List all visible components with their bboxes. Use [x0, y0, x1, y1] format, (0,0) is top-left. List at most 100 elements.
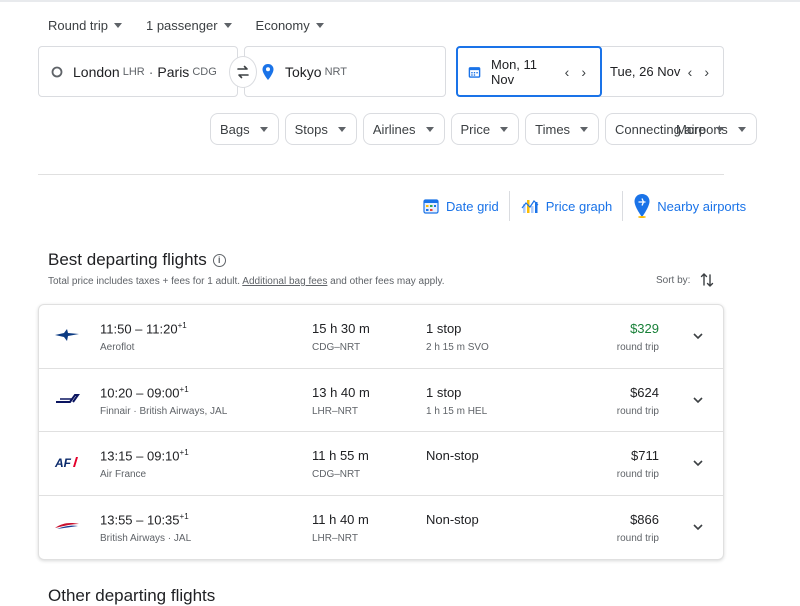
trip-type-select[interactable]: Round trip: [48, 18, 122, 33]
date-grid-label: Date grid: [446, 198, 499, 214]
info-icon[interactable]: i: [212, 253, 226, 267]
sort-control[interactable]: Sort by:: [656, 272, 714, 288]
sort-label: Sort by:: [656, 274, 691, 286]
date-grid-icon: [423, 199, 439, 214]
destination-input[interactable]: Tokyo NRT: [244, 46, 446, 97]
sort-icon: [701, 273, 714, 287]
chevron-down-icon[interactable]: [691, 329, 705, 343]
caret-down-icon: [500, 126, 509, 132]
flight-duration: 13 h 40 m: [312, 384, 370, 400]
next-day-icon[interactable]: ›: [575, 64, 592, 80]
calendar-icon: [468, 66, 481, 78]
flight-stops: 1 stop: [426, 321, 462, 336]
flight-duration: 15 h 30 m: [312, 321, 370, 336]
location-pin-icon: [262, 63, 274, 80]
departure-date-field[interactable]: Mon, 11 Nov ‹ ›: [456, 46, 602, 97]
prev-day-icon[interactable]: ‹: [682, 64, 699, 80]
price-type: round trip: [616, 532, 659, 544]
trip-options: Round trip 1 passenger Economy: [48, 18, 324, 33]
more-filters-button[interactable]: More: [668, 113, 732, 145]
flight-duration: 11 h 40 m: [312, 511, 369, 527]
layover-info: 1 h 15 m HEL: [426, 405, 488, 417]
swap-button[interactable]: [229, 56, 257, 88]
nearby-airports-button[interactable]: Nearby airports: [623, 190, 756, 222]
airline-name: British Airways · JAL: [100, 532, 192, 544]
flight-row[interactable]: AF 13:15 – 09:10+1 Air France 11 h 55 m …: [39, 432, 723, 496]
best-flights-heading: Best departing flights i: [48, 250, 226, 270]
chevron-down-icon[interactable]: [691, 456, 705, 470]
other-flights-heading: Other departing flights: [48, 586, 216, 605]
caret-down-icon: [315, 23, 324, 28]
filter-bags[interactable]: Bags: [210, 113, 279, 145]
layover-info: 2 h 15 m SVO: [426, 342, 489, 353]
flight-row[interactable]: 13:55 – 10:35+1 British Airways · JAL 11…: [39, 496, 723, 560]
price-graph-button[interactable]: Price graph: [510, 190, 622, 222]
return-date-field[interactable]: Tue, 26 Nov ‹ ›: [596, 46, 724, 97]
flight-results-list: 11:50 – 11:20+1 Aeroflot 15 h 30 m CDG–N…: [38, 304, 724, 560]
price-graph-icon: [521, 200, 539, 213]
caret-down-icon: [715, 126, 724, 132]
origin-circle-icon: [51, 66, 63, 77]
flight-route: CDG–NRT: [312, 469, 361, 480]
prev-day-icon[interactable]: ‹: [559, 64, 576, 80]
caret-down-icon: [223, 23, 232, 28]
flight-price: $711: [631, 448, 659, 463]
filter-label: Times: [535, 121, 571, 137]
flight-duration: 11 h 55 m: [312, 448, 369, 463]
destination-city: Tokyo: [285, 63, 322, 80]
flight-stops: Non-stop: [426, 448, 479, 463]
caret-down-icon: [259, 126, 268, 132]
nearby-airports-icon: [634, 194, 650, 218]
chevron-down-icon[interactable]: [691, 520, 705, 534]
flight-times: 13:15 – 09:10+1: [100, 448, 189, 464]
price-graph-label: Price graph: [545, 198, 613, 214]
flight-times: 11:50 – 11:20+1: [100, 321, 187, 337]
cabin-label: Economy: [255, 18, 310, 33]
flight-route: LHR–NRT: [312, 405, 358, 417]
price-type: round trip: [616, 469, 659, 480]
trip-type-label: Round trip: [48, 18, 108, 33]
filter-stops[interactable]: Stops: [284, 113, 357, 145]
best-flights-title: Best departing flights: [48, 250, 207, 269]
swap-icon: [237, 65, 249, 79]
flight-times: 10:20 – 09:00+1: [100, 384, 189, 400]
filter-label: Bags: [220, 121, 250, 137]
filter-price[interactable]: Price: [450, 113, 520, 145]
chevron-down-icon[interactable]: [691, 393, 705, 407]
passengers-select[interactable]: 1 passenger: [146, 18, 232, 33]
origin-code-2: CDG: [192, 65, 217, 78]
flight-price: $866: [630, 511, 659, 527]
aeroflot-logo: [53, 325, 81, 345]
airline-name: Air France: [100, 469, 147, 480]
date-picker: Mon, 11 Nov ‹ › Tue, 26 Nov ‹ ›: [456, 46, 724, 97]
flight-row[interactable]: 10:20 – 09:00+1 Finnair · British Airway…: [39, 369, 723, 432]
origin-code-1: LHR: [122, 65, 145, 78]
flight-row[interactable]: 11:50 – 11:20+1 Aeroflot 15 h 30 m CDG–N…: [39, 305, 723, 369]
filter-airlines[interactable]: Airlines: [362, 113, 445, 145]
origin-input[interactable]: London LHR · Paris CDG: [38, 46, 238, 97]
price-type: round trip: [616, 405, 659, 417]
flight-stops: Non-stop: [426, 511, 479, 527]
more-label: More: [676, 121, 706, 137]
date-grid-button[interactable]: Date grid: [412, 190, 509, 222]
price-disclaimer: Total price includes taxes + fees for 1 …: [48, 276, 444, 287]
caret-down-icon: [113, 23, 122, 28]
caret-down-icon: [737, 126, 746, 132]
british-airways-logo: [53, 516, 81, 536]
flight-route: CDG–NRT: [312, 342, 361, 353]
air-france-logo: AF: [53, 452, 81, 472]
cabin-select[interactable]: Economy: [256, 18, 324, 33]
next-day-icon[interactable]: ›: [698, 64, 715, 80]
departure-date-nav: ‹ ›: [559, 64, 592, 80]
destination-code: NRT: [324, 65, 347, 78]
departure-date: Mon, 11 Nov: [491, 56, 538, 87]
bag-fees-link[interactable]: Additional bag fees: [242, 276, 327, 287]
price-type: round trip: [616, 342, 659, 353]
finnair-logo: [53, 389, 81, 409]
flight-price: $329: [630, 321, 659, 336]
top-border: [0, 0, 800, 2]
disclaimer-text: Total price includes taxes + fees for 1 …: [48, 276, 241, 287]
filter-label: Price: [460, 121, 491, 137]
passengers-label: 1 passenger: [145, 18, 218, 33]
filter-times[interactable]: Times: [525, 113, 600, 145]
